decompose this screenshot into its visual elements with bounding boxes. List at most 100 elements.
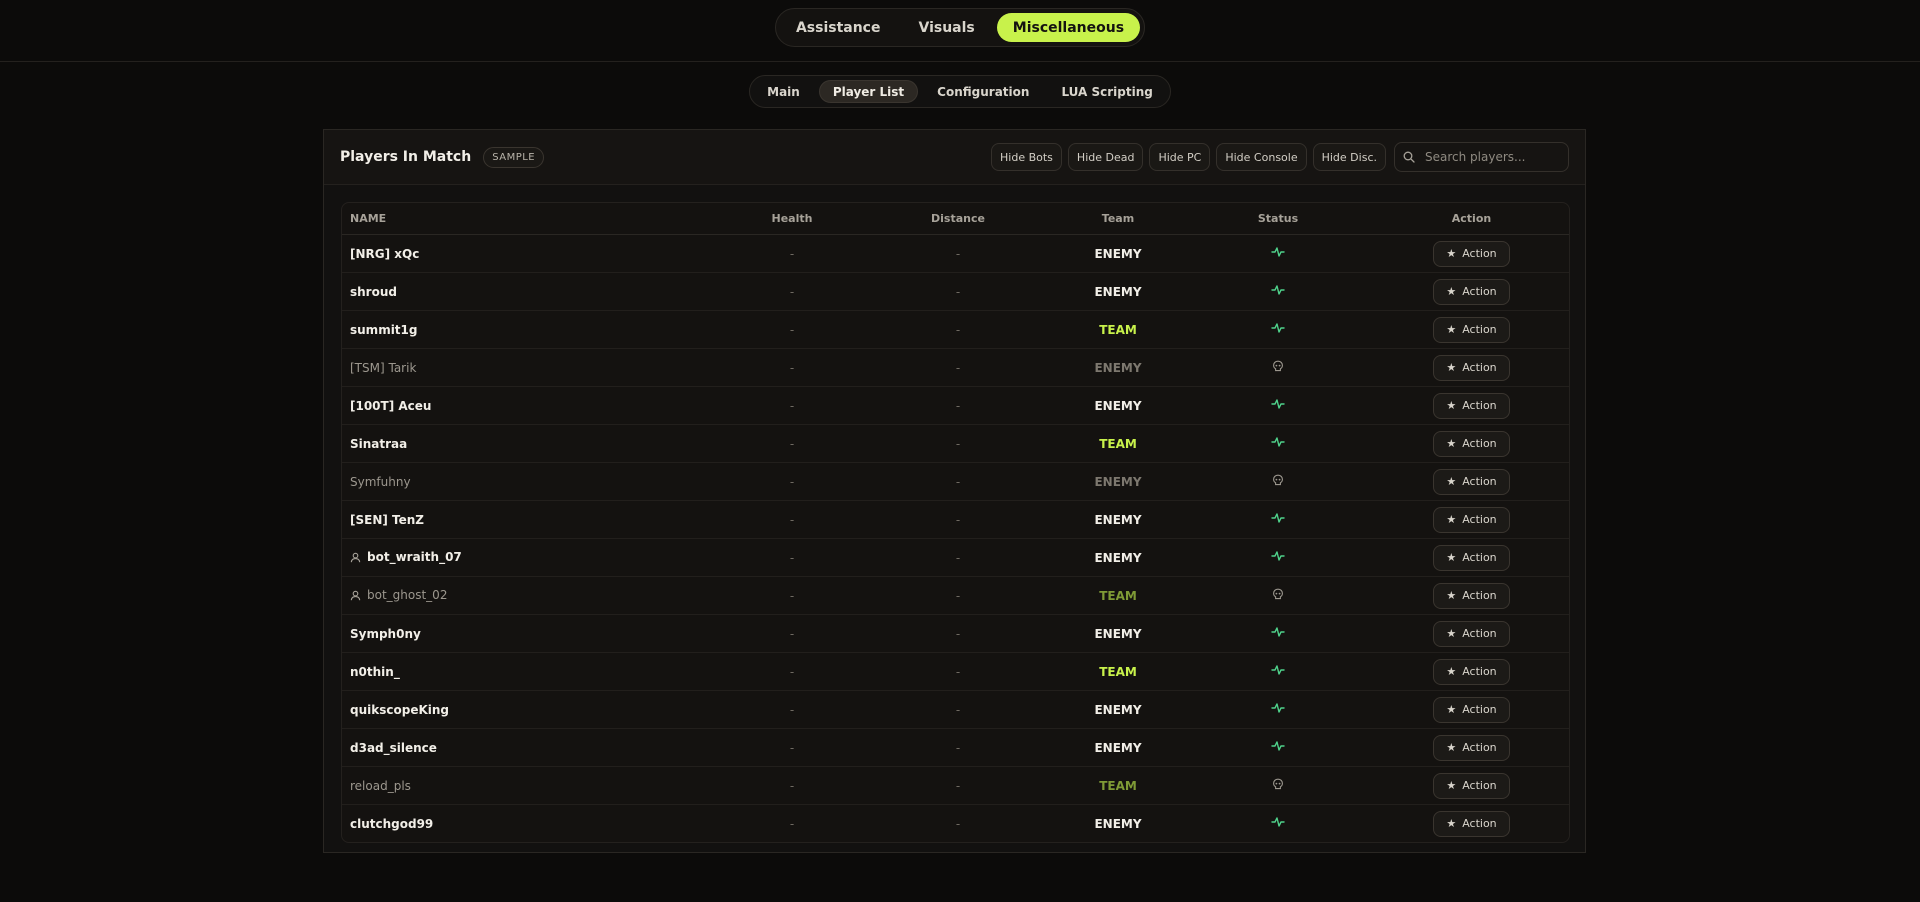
action-button[interactable]: ★ Action — [1433, 696, 1510, 723]
health-value: - — [789, 322, 795, 337]
hide-pc-button[interactable]: Hide PC — [1149, 143, 1211, 171]
team-cell: ENEMY — [1054, 690, 1182, 729]
status-cell — [1182, 538, 1374, 577]
status-cell — [1182, 614, 1374, 653]
action-button[interactable]: ★ Action — [1433, 810, 1510, 837]
action-button[interactable]: ★ Action — [1433, 658, 1510, 685]
action-button[interactable]: ★ Action — [1433, 582, 1510, 609]
table-row[interactable]: [100T] Aceu - - ENEMY ★ Action — [342, 386, 1569, 425]
subtab-lua-scripting[interactable]: LUA Scripting — [1048, 80, 1165, 103]
alive-icon — [1271, 323, 1285, 337]
distance-cell: - — [862, 500, 1054, 539]
table-row[interactable]: shroud - - ENEMY ★ Action — [342, 272, 1569, 311]
table-row[interactable]: [SEN] TenZ - - ENEMY ★ Action — [342, 500, 1569, 539]
hide-disconnected-button[interactable]: Hide Disc. — [1312, 143, 1386, 171]
action-button[interactable]: ★ Action — [1433, 620, 1510, 647]
player-name-cell: [100T] Aceu — [342, 386, 722, 425]
table-row[interactable]: Sinatraa - - TEAM ★ Action — [342, 424, 1569, 463]
action-cell: ★ Action — [1374, 690, 1569, 729]
tab-assistance[interactable]: Assistance — [780, 13, 897, 42]
player-name: bot_ghost_02 — [367, 587, 448, 602]
table-row[interactable]: quikscopeKing - - ENEMY ★ Action — [342, 690, 1569, 729]
table-row[interactable]: summit1g - - TEAM ★ Action — [342, 310, 1569, 349]
health-cell: - — [722, 462, 862, 501]
hide-console-button[interactable]: Hide Console — [1216, 143, 1307, 171]
player-name-cell: bot_wraith_07 — [342, 538, 722, 577]
search-input[interactable] — [1423, 149, 1557, 165]
alive-icon — [1271, 741, 1285, 755]
star-icon: ★ — [1446, 285, 1457, 298]
subtab-player-list[interactable]: Player List — [818, 80, 919, 103]
players-panel: Players In Match SAMPLE Hide Bots Hide D… — [323, 129, 1586, 853]
subtab-configuration[interactable]: Configuration — [924, 80, 1042, 103]
health-cell: - — [722, 234, 862, 273]
table-row[interactable]: bot_wraith_07 - - ENEMY ★ Action — [342, 538, 1569, 577]
table-row[interactable]: n0thin_ - - TEAM ★ Action — [342, 652, 1569, 691]
star-icon: ★ — [1446, 665, 1457, 678]
column-header-status[interactable]: Status — [1182, 203, 1374, 235]
column-header-team[interactable]: Team — [1054, 203, 1182, 235]
health-cell: - — [722, 538, 862, 577]
health-value: - — [789, 816, 795, 831]
players-table-body: [NRG] xQc - - ENEMY ★ Action shroud - - ENEMY ★ Act… — [342, 234, 1569, 843]
player-name: bot_wraith_07 — [367, 549, 462, 564]
table-row[interactable]: Symfuhny - - ENEMY ★ Action — [342, 462, 1569, 501]
health-value: - — [789, 588, 795, 603]
action-label: Action — [1462, 703, 1497, 716]
distance-value: - — [955, 588, 961, 603]
status-cell — [1182, 424, 1374, 463]
action-button[interactable]: ★ Action — [1433, 240, 1510, 267]
health-value: - — [789, 664, 795, 679]
alive-icon — [1271, 627, 1285, 641]
table-row[interactable]: d3ad_silence - - ENEMY ★ Action — [342, 728, 1569, 767]
distance-value: - — [955, 740, 961, 755]
alive-icon — [1271, 551, 1285, 565]
action-button[interactable]: ★ Action — [1433, 468, 1510, 495]
action-label: Action — [1462, 437, 1497, 450]
table-row[interactable]: [NRG] xQc - - ENEMY ★ Action — [342, 234, 1569, 273]
tab-visuals[interactable]: Visuals — [902, 13, 990, 42]
distance-cell: - — [862, 728, 1054, 767]
search-box[interactable] — [1394, 142, 1569, 172]
action-cell: ★ Action — [1374, 652, 1569, 691]
action-button[interactable]: ★ Action — [1433, 316, 1510, 343]
action-cell: ★ Action — [1374, 500, 1569, 539]
table-row[interactable]: [TSM] Tarik - - ENEMY ★ Action — [342, 348, 1569, 387]
health-cell: - — [722, 348, 862, 387]
status-cell — [1182, 348, 1374, 387]
column-header-name[interactable]: NAME — [342, 203, 722, 235]
action-label: Action — [1462, 513, 1497, 526]
hide-dead-button[interactable]: Hide Dead — [1067, 143, 1144, 171]
player-name-cell: [TSM] Tarik — [342, 348, 722, 387]
column-header-health[interactable]: Health — [722, 203, 862, 235]
action-button[interactable]: ★ Action — [1433, 392, 1510, 419]
action-cell: ★ Action — [1374, 348, 1569, 387]
player-name-cell: Symfuhny — [342, 462, 722, 501]
tab-miscellaneous[interactable]: Miscellaneous — [996, 13, 1141, 42]
sub-nav-wrapper: Main Player List Configuration LUA Scrip… — [0, 75, 1920, 108]
player-name: summit1g — [350, 322, 418, 337]
table-row[interactable]: Symph0ny - - ENEMY ★ Action — [342, 614, 1569, 653]
action-label: Action — [1462, 285, 1497, 298]
star-icon: ★ — [1446, 361, 1457, 374]
table-row[interactable]: reload_pls - - TEAM ★ Action — [342, 766, 1569, 805]
action-button[interactable]: ★ Action — [1433, 772, 1510, 799]
player-name: Symph0ny — [350, 626, 421, 641]
column-header-distance[interactable]: Distance — [862, 203, 1054, 235]
action-button[interactable]: ★ Action — [1433, 430, 1510, 457]
subtab-main[interactable]: Main — [754, 80, 813, 103]
header-divider — [0, 61, 1920, 62]
action-button[interactable]: ★ Action — [1433, 544, 1510, 571]
alive-icon — [1271, 247, 1285, 261]
action-button[interactable]: ★ Action — [1433, 278, 1510, 305]
player-name: Symfuhny — [350, 474, 411, 489]
hide-bots-button[interactable]: Hide Bots — [991, 143, 1062, 171]
table-row[interactable]: bot_ghost_02 - - TEAM ★ Action — [342, 576, 1569, 615]
action-button[interactable]: ★ Action — [1433, 506, 1510, 533]
action-button[interactable]: ★ Action — [1433, 734, 1510, 761]
table-row[interactable]: clutchgod99 - - ENEMY ★ Action — [342, 805, 1569, 843]
team-cell: ENEMY — [1054, 462, 1182, 501]
action-button[interactable]: ★ Action — [1433, 354, 1510, 381]
dead-icon — [1272, 474, 1284, 489]
status-cell — [1182, 805, 1374, 843]
